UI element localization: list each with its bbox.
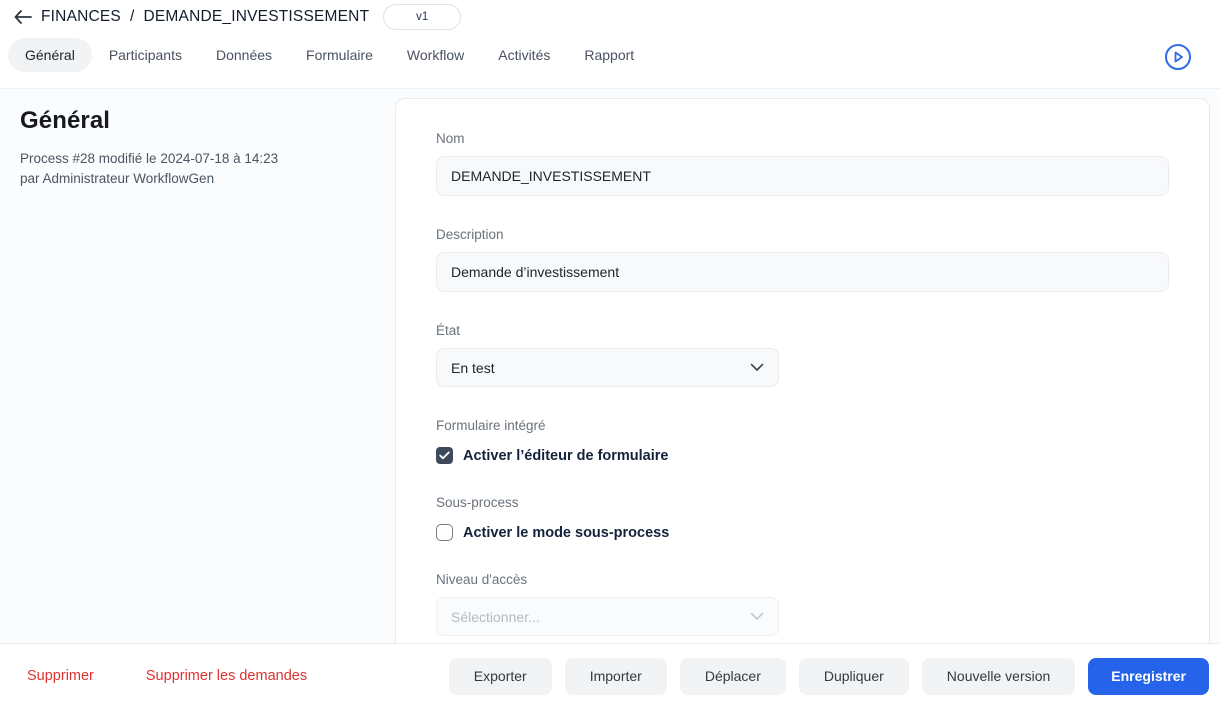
niveau-acces-label: Niveau d'accès xyxy=(436,572,528,587)
nom-label: Nom xyxy=(436,131,465,146)
new-version-button[interactable]: Nouvelle version xyxy=(921,657,1076,695)
chevron-down-icon xyxy=(750,612,764,620)
arrow-left-icon xyxy=(14,10,32,24)
field-sous-process: Sous-process Activer le mode sous-proces… xyxy=(436,495,1169,541)
export-button[interactable]: Exporter xyxy=(448,657,552,695)
field-formulaire-integre: Formulaire intégré Activer l’éditeur de … xyxy=(436,418,1169,464)
sous-process-checkbox-row: Activer le mode sous-process xyxy=(436,524,1169,541)
left-panel: Général Process #28 modifié le 2024-07-1… xyxy=(20,107,370,189)
niveau-acces-select-placeholder: Sélectionner... xyxy=(451,608,540,625)
field-niveau-acces: Niveau d'accès Sélectionner... xyxy=(436,572,1169,636)
move-button[interactable]: Déplacer xyxy=(679,657,786,695)
breadcrumb: FINANCES / DEMANDE_INVESTISSEMENT v1 xyxy=(0,0,1220,30)
sous-process-label: Sous-process xyxy=(436,495,519,510)
footer-action-bar: Supprimer Supprimer les demandes Exporte… xyxy=(0,644,1220,708)
tab-rapport[interactable]: Rapport xyxy=(567,38,651,72)
field-nom: Nom xyxy=(436,131,1169,196)
tab-general[interactable]: Général xyxy=(8,38,92,72)
process-meta: Process #28 modifié le 2024-07-18 à 14:2… xyxy=(20,149,370,189)
chevron-down-icon xyxy=(750,363,764,371)
tab-formulaire[interactable]: Formulaire xyxy=(289,38,390,72)
formulaire-integre-checkbox-label[interactable]: Activer l’éditeur de formulaire xyxy=(463,448,668,464)
etat-select[interactable]: En test xyxy=(436,348,779,387)
breadcrumb-parent[interactable]: FINANCES xyxy=(41,8,121,26)
process-meta-line1: Process #28 modifié le 2024-07-18 à 14:2… xyxy=(20,151,279,166)
save-button[interactable]: Enregistrer xyxy=(1088,657,1209,695)
tab-workflow[interactable]: Workflow xyxy=(390,38,481,72)
breadcrumb-trail: FINANCES / DEMANDE_INVESTISSEMENT xyxy=(41,8,369,26)
footer-danger-actions: Supprimer Supprimer les demandes xyxy=(27,668,307,684)
version-badge[interactable]: v1 xyxy=(383,4,462,30)
etat-label: État xyxy=(436,323,461,338)
tab-activites[interactable]: Activités xyxy=(481,38,567,72)
page-title: Général xyxy=(20,107,111,134)
tab-donnees[interactable]: Données xyxy=(199,38,289,72)
header: FINANCES / DEMANDE_INVESTISSEMENT v1 Gén… xyxy=(0,0,1220,88)
content-area: Général Process #28 modifié le 2024-07-1… xyxy=(0,88,1220,708)
run-process-button[interactable] xyxy=(1164,43,1192,71)
formulaire-integre-label: Formulaire intégré xyxy=(436,418,546,433)
general-settings-card: Nom Description État En test Formulaire … xyxy=(395,98,1210,698)
field-description: Description xyxy=(436,227,1169,292)
sous-process-checkbox[interactable] xyxy=(436,524,453,541)
checkmark-icon xyxy=(439,451,450,460)
tab-participants[interactable]: Participants xyxy=(92,38,199,72)
delete-process-button[interactable]: Supprimer xyxy=(27,668,94,684)
niveau-acces-select[interactable]: Sélectionner... xyxy=(436,597,779,636)
footer-main-actions: Exporter Importer Déplacer Dupliquer Nou… xyxy=(448,657,1209,695)
tab-bar: Général Participants Données Formulaire … xyxy=(0,38,1220,72)
sous-process-checkbox-label[interactable]: Activer le mode sous-process xyxy=(463,525,669,541)
description-label: Description xyxy=(436,227,504,242)
duplicate-button[interactable]: Dupliquer xyxy=(798,657,909,695)
formulaire-integre-checkbox-row: Activer l’éditeur de formulaire xyxy=(436,447,1169,464)
process-meta-line2: par Administrateur WorkflowGen xyxy=(20,171,215,186)
field-etat: État En test xyxy=(436,323,1169,387)
description-input[interactable] xyxy=(436,252,1169,292)
play-circle-icon xyxy=(1165,44,1191,70)
breadcrumb-current: DEMANDE_INVESTISSEMENT xyxy=(143,8,370,25)
breadcrumb-separator: / xyxy=(129,8,135,25)
etat-select-value: En test xyxy=(451,359,495,376)
import-button[interactable]: Importer xyxy=(564,657,667,695)
nom-input[interactable] xyxy=(436,156,1169,196)
back-button[interactable] xyxy=(10,5,34,29)
delete-requests-button[interactable]: Supprimer les demandes xyxy=(146,668,307,684)
formulaire-integre-checkbox[interactable] xyxy=(436,447,453,464)
